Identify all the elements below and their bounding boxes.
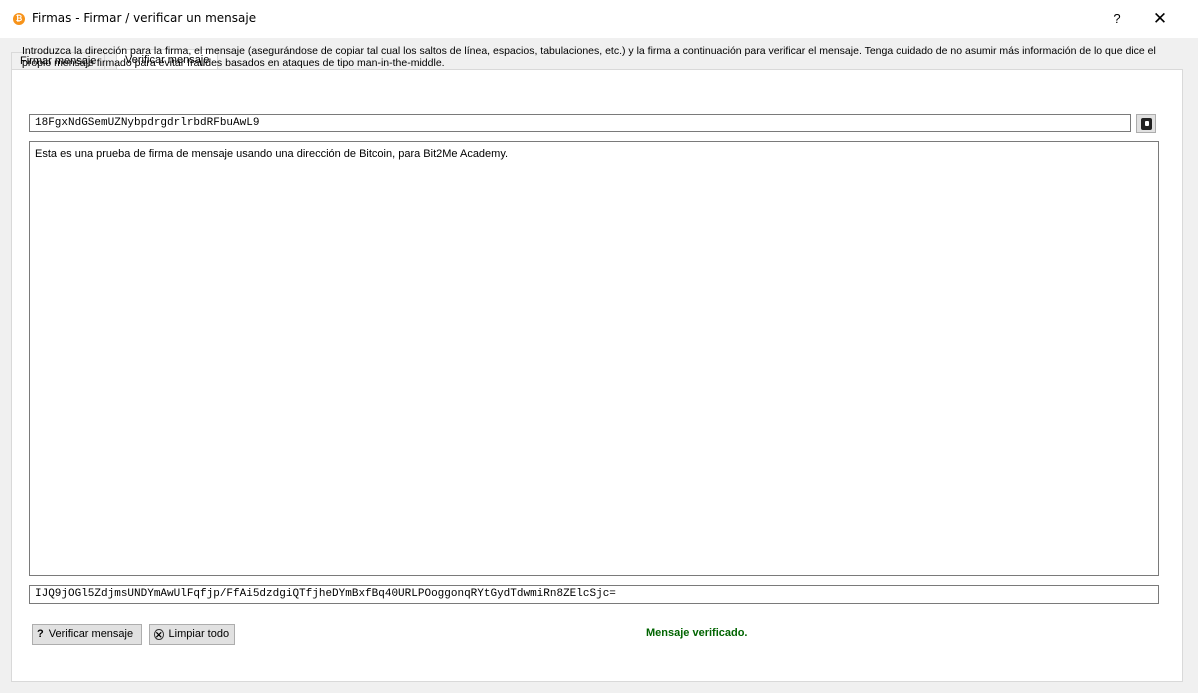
help-button[interactable]: ? — [1105, 8, 1129, 30]
clear-all-button[interactable]: ✕ Limpiar todo — [149, 624, 235, 645]
close-button[interactable]: ✕ — [1148, 8, 1172, 30]
verify-button-label: Verificar mensaje — [48, 628, 134, 640]
window-title: Firmas - Firmar / verificar un mensaje — [32, 11, 257, 25]
address-input[interactable]: 18FgxNdGSemUZNybpdrgdrlrbdRFbuAwL9 — [29, 114, 1131, 132]
bitcoin-icon: ₿ — [13, 13, 25, 25]
title-bar: ₿ Firmas - Firmar / verificar un mensaje… — [0, 0, 1198, 38]
message-textarea[interactable]: Esta es una prueba de firma de mensaje u… — [29, 141, 1159, 576]
signature-input[interactable]: IJQ9jOGl5ZdjmsUNDYmAwUlFqfjp/FfAi5dzdgiQ… — [29, 585, 1159, 604]
address-book-button[interactable] — [1136, 114, 1156, 133]
question-icon: ? — [37, 628, 44, 640]
status-message: Mensaje verificado. — [646, 627, 748, 639]
clear-button-label: Limpiar todo — [168, 628, 230, 640]
verify-message-button[interactable]: ? Verificar mensaje — [32, 624, 142, 645]
instructions-text: Introduzca la dirección para la firma, e… — [22, 45, 1156, 69]
address-book-icon — [1140, 117, 1152, 130]
clear-icon: ✕ — [154, 629, 164, 640]
